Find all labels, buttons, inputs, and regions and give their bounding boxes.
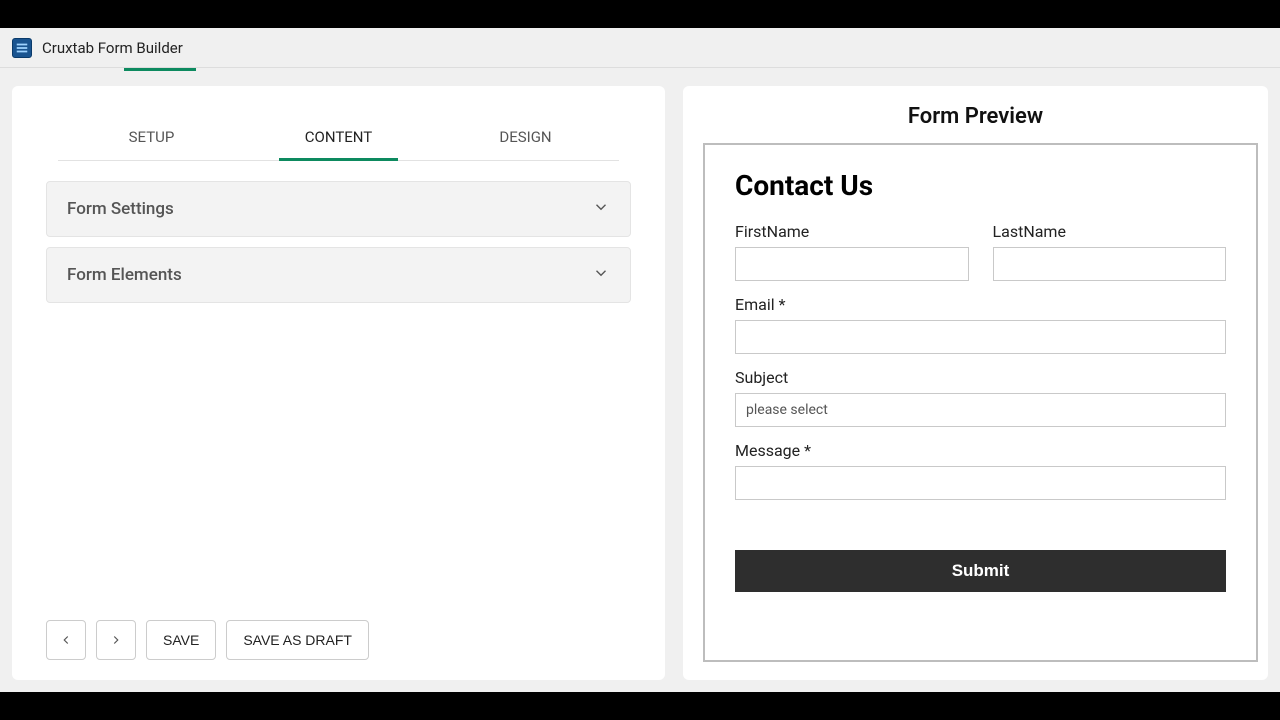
chevron-down-icon bbox=[592, 264, 610, 286]
first-name-input[interactable] bbox=[735, 247, 969, 281]
letterbox-bottom bbox=[0, 692, 1280, 720]
accordion-form-settings[interactable]: Form Settings bbox=[46, 181, 631, 237]
submit-button[interactable]: Submit bbox=[735, 550, 1226, 592]
preview-heading: Form Preview bbox=[683, 104, 1268, 129]
next-button[interactable] bbox=[96, 620, 136, 660]
message-input[interactable] bbox=[735, 466, 1226, 500]
accordion-title: Form Elements bbox=[67, 265, 182, 285]
row-subject: Subject please select bbox=[735, 368, 1226, 427]
tab-label: CONTENT bbox=[305, 128, 373, 146]
field-message: Message * bbox=[735, 441, 1226, 500]
row-message: Message * bbox=[735, 441, 1226, 500]
preview-frame: Contact Us FirstName LastName Email * bbox=[703, 143, 1258, 662]
row-email: Email * bbox=[735, 295, 1226, 354]
main-area: SETUP CONTENT DESIGN Form Settings Form … bbox=[0, 86, 1280, 692]
app-title: Cruxtab Form Builder bbox=[42, 39, 183, 57]
outer-active-tab-indicator bbox=[124, 68, 196, 71]
field-label: Message * bbox=[735, 441, 1226, 460]
field-label: LastName bbox=[993, 222, 1227, 241]
field-first-name: FirstName bbox=[735, 222, 969, 281]
accordion-title: Form Settings bbox=[67, 199, 174, 219]
footer-buttons: SAVE SAVE AS DRAFT bbox=[46, 620, 369, 660]
editor-tabs: SETUP CONTENT DESIGN bbox=[58, 116, 619, 161]
field-subject: Subject please select bbox=[735, 368, 1226, 427]
field-last-name: LastName bbox=[993, 222, 1227, 281]
save-as-draft-button[interactable]: SAVE AS DRAFT bbox=[226, 620, 369, 660]
tab-setup[interactable]: SETUP bbox=[58, 116, 245, 160]
letterbox-top bbox=[0, 0, 1280, 28]
chevron-left-icon bbox=[59, 633, 73, 647]
email-input[interactable] bbox=[735, 320, 1226, 354]
chevron-down-icon bbox=[592, 198, 610, 220]
form-title: Contact Us bbox=[735, 169, 1226, 202]
tab-design[interactable]: DESIGN bbox=[432, 116, 619, 160]
app-header: Cruxtab Form Builder bbox=[0, 28, 1280, 68]
tab-label: DESIGN bbox=[499, 128, 551, 146]
save-button[interactable]: SAVE bbox=[146, 620, 216, 660]
editor-panel: SETUP CONTENT DESIGN Form Settings Form … bbox=[12, 86, 665, 680]
app-logo-icon bbox=[12, 38, 32, 58]
prev-button[interactable] bbox=[46, 620, 86, 660]
outer-tab-strip bbox=[0, 68, 1280, 86]
last-name-input[interactable] bbox=[993, 247, 1227, 281]
field-label: Subject bbox=[735, 368, 1226, 387]
field-label: FirstName bbox=[735, 222, 969, 241]
field-label: Email * bbox=[735, 295, 1226, 314]
preview-panel: Form Preview Contact Us FirstName LastNa… bbox=[683, 86, 1268, 680]
chevron-right-icon bbox=[109, 633, 123, 647]
accordion-form-elements[interactable]: Form Elements bbox=[46, 247, 631, 303]
row-name: FirstName LastName bbox=[735, 222, 1226, 281]
subject-select[interactable]: please select bbox=[735, 393, 1226, 427]
subject-select-placeholder: please select bbox=[746, 402, 828, 418]
tab-content[interactable]: CONTENT bbox=[245, 116, 432, 160]
tab-label: SETUP bbox=[129, 128, 175, 146]
field-email: Email * bbox=[735, 295, 1226, 354]
